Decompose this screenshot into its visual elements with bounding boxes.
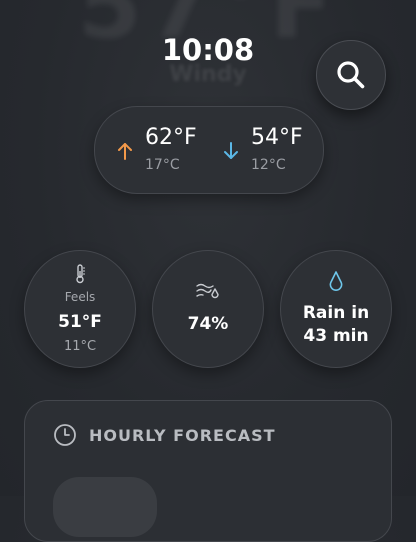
humidity-value: 74%	[187, 314, 229, 334]
low-c: 12°C	[251, 157, 286, 173]
rain-line-2: 43 min	[303, 326, 369, 346]
humidity-card[interactable]: 74%	[152, 250, 264, 368]
clock-icon	[54, 424, 76, 446]
high-c: 17°C	[145, 157, 180, 173]
feels-c: 11°C	[63, 339, 97, 354]
search-icon	[337, 61, 365, 89]
feels-like-card[interactable]: Feels 51°F 11°C	[24, 250, 136, 368]
high-low-pill: 62°F 17°C 54°F 12°C	[94, 106, 324, 194]
rain-card[interactable]: Rain in 43 min	[280, 250, 392, 368]
hour-card[interactable]	[53, 477, 157, 537]
forecast-header: HOURLY FORECAST	[53, 423, 276, 447]
raindrop-icon	[281, 271, 391, 295]
hourly-forecast-panel: HOURLY FORECAST	[24, 400, 392, 542]
feels-label: Feels	[64, 290, 96, 304]
forecast-title: HOURLY FORECAST	[89, 425, 276, 445]
feels-f: 51°F	[58, 312, 102, 332]
low-f: 54°F	[251, 125, 303, 150]
humidity-icon	[153, 282, 263, 304]
arrow-down-icon	[224, 142, 238, 159]
thermometer-icon	[25, 264, 135, 288]
rain-line-1: Rain in	[302, 303, 370, 323]
high-f: 62°F	[145, 125, 197, 150]
search-button[interactable]	[316, 40, 386, 110]
arrow-up-icon	[118, 143, 132, 160]
